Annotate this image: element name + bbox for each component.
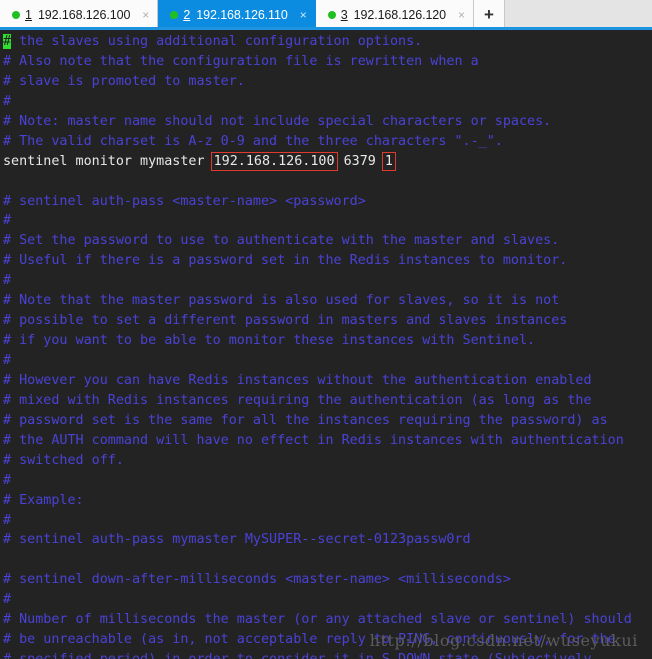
- terminal-comment-text: # However you can have Redis instances w…: [3, 372, 592, 388]
- terminal-line: # sentinel auth-pass <master-name> <pass…: [3, 192, 632, 212]
- terminal-comment-text: # sentinel auth-pass mymaster MySUPER--s…: [3, 532, 471, 548]
- tab-bar: 1 192.168.126.100 × 2 192.168.126.110 × 3 192.1…: [0, 0, 652, 30]
- terminal-comment-text: #: [3, 273, 12, 289]
- terminal-comment-text: # Useful if there is a password set in t…: [3, 253, 568, 269]
- terminal-line: # However you can have Redis instances w…: [3, 371, 632, 391]
- terminal-line: #: [3, 351, 632, 371]
- tab-index-label: 1: [25, 8, 32, 22]
- tab-title-label: 192.168.126.110: [196, 8, 288, 22]
- terminal-comment-text: # Number of milliseconds the master (or …: [3, 612, 632, 628]
- new-tab-button[interactable]: +: [474, 0, 506, 30]
- terminal-line: #: [3, 271, 632, 291]
- terminal-line: # password set is the same for all the i…: [3, 411, 632, 431]
- terminal-comment-text: # Also note that the configuration file …: [3, 53, 479, 69]
- terminal-comment-text: the slaves using additional configuratio…: [11, 34, 423, 49]
- terminal-command-text: 6379: [335, 153, 384, 169]
- terminal-line: #: [3, 92, 632, 112]
- terminal-comment-text: # slave is promoted to master.: [3, 73, 245, 89]
- terminal-comment-text: # switched off.: [3, 452, 124, 468]
- tab-title-label: 192.168.126.100: [37, 8, 131, 22]
- tab-status-dot-icon: [12, 11, 20, 19]
- terminal-line: # mixed with Redis instances requiring t…: [3, 391, 632, 411]
- tab-index-label: 2: [183, 8, 191, 22]
- tab-3[interactable]: 3 192.168.126.120 ×: [315, 0, 475, 30]
- terminal-comment-text: # The valid charset is A-z 0-9 and the t…: [3, 133, 503, 149]
- terminal-comment-text: # sentinel auth-pass <master-name> <pass…: [3, 193, 366, 209]
- terminal-line: #: [3, 471, 632, 491]
- terminal-line: # Example:: [3, 491, 632, 511]
- tab-title-label: 192.168.126.120: [353, 8, 446, 22]
- terminal-line: # slave is promoted to master.: [3, 72, 632, 92]
- terminal-line: # the AUTH command will have no effect i…: [3, 431, 632, 451]
- terminal-line: # Note that the master password is also …: [3, 291, 632, 311]
- terminal-line: # sentinel down-after-milliseconds <mast…: [3, 570, 632, 590]
- terminal-line: # Useful if there is a password set in t…: [3, 251, 632, 271]
- terminal-line: # Set the password to use to authenticat…: [3, 231, 632, 251]
- tab-close-icon[interactable]: ×: [300, 9, 307, 21]
- terminal-line: # the slaves using additional configurat…: [3, 32, 632, 52]
- tab-close-icon[interactable]: ×: [458, 9, 465, 21]
- terminal-comment-text: #: [3, 213, 12, 229]
- terminal-line: #: [3, 590, 632, 610]
- terminal-line: # switched off.: [3, 451, 632, 471]
- tab-index-label: 3: [340, 8, 348, 22]
- terminal-line: # if you want to be able to monitor thes…: [3, 331, 632, 351]
- terminal-comment-text: # specified period) in order to consider…: [3, 652, 592, 659]
- terminal-comment-text: #: [3, 512, 12, 528]
- terminal-line: # Note: master name should not include s…: [3, 112, 632, 132]
- terminal-line: # Also note that the configuration file …: [3, 52, 632, 72]
- terminal-comment-text: # sentinel down-after-milliseconds <mast…: [3, 572, 511, 588]
- terminal-line: # possible to set a different password i…: [3, 311, 632, 331]
- terminal-comment-text: # Note that the master password is also …: [3, 293, 560, 309]
- terminal-line: #: [3, 211, 632, 231]
- terminal-comment-text: # password set is the same for all the i…: [3, 412, 608, 428]
- highlighted-value: 1: [381, 151, 396, 171]
- terminal-line: #: [3, 511, 632, 531]
- terminal-comment-text: #: [3, 592, 12, 608]
- watermark-text: http://blog.csdn.net/wuseyukui: [369, 631, 638, 650]
- tab-status-dot-icon: [170, 11, 179, 19]
- tab-status-dot-icon: [327, 11, 336, 19]
- terminal-line: sentinel monitor mymaster 192.168.126.10…: [3, 151, 632, 172]
- terminal-cursor: #: [3, 34, 12, 49]
- terminal-comment-text: # if you want to be able to monitor thes…: [3, 333, 536, 349]
- tab-close-icon[interactable]: ×: [142, 9, 149, 21]
- terminal-comment-text: # possible to set a different password i…: [3, 313, 568, 329]
- terminal-line: # Number of milliseconds the master (or …: [3, 610, 632, 630]
- terminal-comment-text: #: [3, 93, 12, 109]
- terminal-comment-text: #: [3, 472, 12, 488]
- tab-1[interactable]: 1 192.168.126.100 ×: [0, 0, 159, 30]
- terminal-comment-text: # Example:: [3, 492, 84, 508]
- terminal-screen[interactable]: # the slaves using additional configurat…: [0, 30, 632, 659]
- tab-2[interactable]: 2 192.168.126.110 ×: [158, 0, 316, 30]
- terminal-command-text: sentinel monitor mymaster: [3, 153, 213, 169]
- terminal-comment-text: #: [3, 353, 12, 368]
- terminal-comment-text: # Note: master name should not include s…: [3, 113, 552, 129]
- terminal-line: # sentinel auth-pass mymaster MySUPER--s…: [3, 530, 632, 550]
- tab-bar-empty-area: [505, 0, 652, 30]
- highlighted-value: 192.168.126.100: [210, 151, 338, 171]
- terminal-line: # The valid charset is A-z 0-9 and the t…: [3, 132, 632, 152]
- terminal-comment-text: # Set the password to use to authenticat…: [3, 233, 560, 249]
- terminal-panel[interactable]: # the slaves using additional configurat…: [0, 30, 652, 659]
- terminal-line: # specified period) in order to consider…: [3, 650, 632, 659]
- terminal-comment-text: # the AUTH command will have no effect i…: [3, 432, 624, 448]
- terminal-comment-text: # mixed with Redis instances requiring t…: [3, 392, 592, 408]
